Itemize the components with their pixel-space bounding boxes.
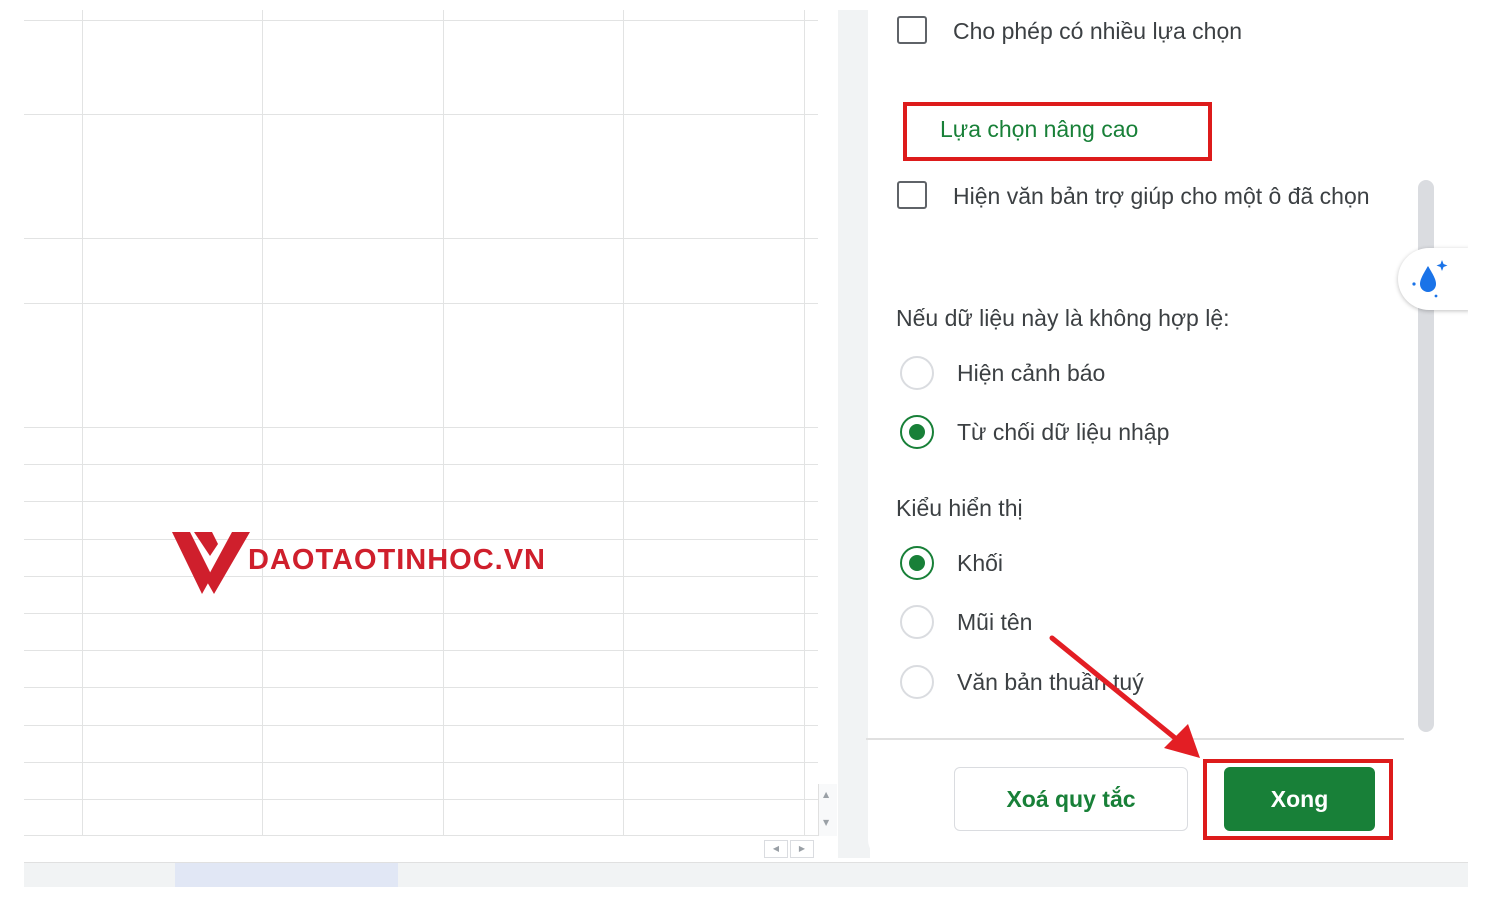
invalid-data-heading: Nếu dữ liệu này là không hợp lệ:	[896, 305, 1230, 331]
radio-arrow[interactable]	[900, 605, 934, 639]
allow-multiple-label: Cho phép có nhiều lựa chọn	[953, 18, 1243, 44]
clear-rule-button[interactable]: Xoá quy tắc	[954, 767, 1188, 831]
scroll-right-arrow-icon[interactable]: ▶	[790, 840, 814, 858]
sparkle-drop-icon	[1412, 260, 1448, 298]
radio-chip-label: Khối	[957, 550, 1004, 576]
sparkle-drop-button[interactable]	[1398, 248, 1470, 310]
radio-show-warning[interactable]	[900, 356, 934, 390]
allow-multiple-checkbox[interactable]	[897, 16, 927, 44]
watermark-logo: DAOTAOTINHOC.VN	[172, 528, 592, 598]
advanced-options-toggle[interactable]: Lựa chọn nâng cao	[940, 116, 1138, 143]
radio-reject-input[interactable]	[900, 415, 934, 449]
help-text-checkbox[interactable]	[897, 181, 927, 209]
radio-chip[interactable]	[900, 546, 934, 580]
radio-show-warning-label: Hiện cảnh báo	[957, 360, 1106, 386]
sheet-tab-bar	[24, 862, 1468, 887]
display-style-heading: Kiểu hiển thị	[896, 495, 1023, 521]
done-button[interactable]: Xong	[1224, 767, 1375, 831]
spreadsheet-grid[interactable]	[24, 10, 818, 836]
radio-reject-input-label: Từ chối dữ liệu nhập	[957, 419, 1170, 445]
watermark-text: DAOTAOTINHOC.VN	[248, 544, 547, 576]
right-margin	[1468, 0, 1500, 900]
logo-mark-icon	[172, 532, 250, 594]
vertical-scrollbar[interactable]: ▲ ▼	[818, 784, 837, 836]
scroll-up-arrow-icon[interactable]: ▲	[823, 790, 829, 799]
panel-separator	[838, 10, 870, 858]
scroll-left-arrow-icon[interactable]: ◀	[764, 840, 788, 858]
horizontal-scrollbar[interactable]: ◀ ▶	[764, 840, 818, 858]
radio-arrow-label: Mũi tên	[957, 609, 1033, 635]
help-text-label: Hiện văn bản trợ giúp cho một ô đã chọn	[953, 183, 1370, 209]
radio-plain-text[interactable]	[900, 665, 934, 699]
red-arrow-icon	[1049, 635, 1200, 758]
sheet-tab-active[interactable]	[175, 863, 398, 887]
scroll-down-arrow-icon[interactable]: ▼	[823, 818, 829, 827]
